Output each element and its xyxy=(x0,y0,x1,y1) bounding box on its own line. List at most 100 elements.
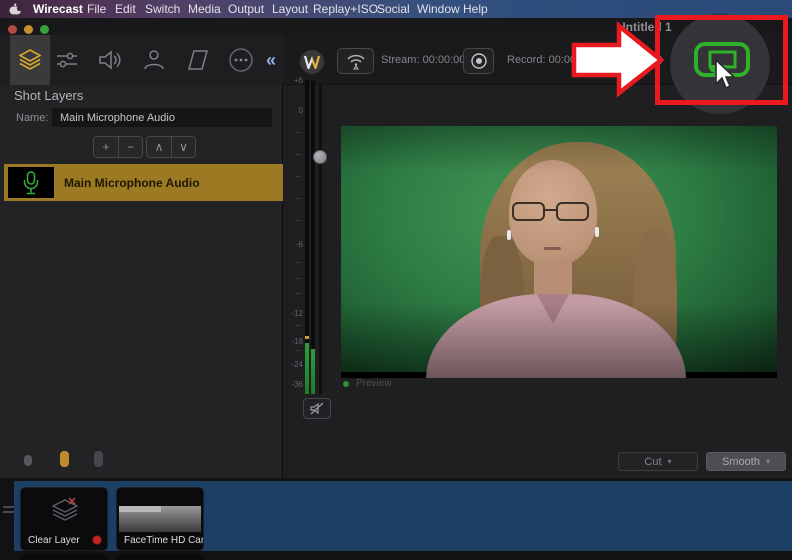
shot-clear-layer[interactable]: Clear Layer xyxy=(20,487,108,551)
layer-row-label: Main Microphone Audio xyxy=(64,175,200,190)
meter-tick xyxy=(296,262,301,263)
chevron-down-icon: ▾ xyxy=(765,457,770,466)
stream-button[interactable] xyxy=(337,48,374,74)
remove-layer-button[interactable]: − xyxy=(118,137,142,157)
menu-media[interactable]: Media xyxy=(188,2,221,16)
shot-facetime-camera[interactable]: FaceTime HD Came xyxy=(116,487,204,551)
parallelogram-icon xyxy=(188,50,208,70)
audio-monitor-mute-button[interactable] xyxy=(303,398,331,419)
meter-tick xyxy=(296,278,301,279)
sliders-icon xyxy=(57,52,77,68)
tab-audio[interactable] xyxy=(93,44,127,76)
layer-indicator-3 xyxy=(94,451,103,467)
move-group: ∧ ∨ xyxy=(146,136,196,158)
menu-social[interactable]: Social xyxy=(377,2,410,16)
volume-fader-knob[interactable] xyxy=(313,150,327,164)
shot-tile-partial[interactable] xyxy=(20,554,108,560)
person-icon xyxy=(144,50,164,70)
menu-switch[interactable]: Switch xyxy=(145,2,180,16)
audio-meter-right xyxy=(311,80,315,394)
layer-tools-bar: « xyxy=(0,35,283,85)
meter-tick xyxy=(296,176,301,177)
meter-tick xyxy=(296,325,301,326)
meter-peak-mark xyxy=(305,336,309,339)
meter-level-fill xyxy=(311,349,315,394)
preview-dot-icon xyxy=(343,380,349,387)
menu-output[interactable]: Output xyxy=(228,2,264,16)
meter-tick xyxy=(296,293,301,294)
layer-row-selected[interactable]: Main Microphone Audio xyxy=(4,164,283,201)
tab-layers-selected[interactable] xyxy=(10,35,50,85)
cut-transition-button[interactable]: Cut ▾ xyxy=(618,452,698,471)
meter-level-fill xyxy=(305,343,309,394)
video-vignette xyxy=(341,126,777,378)
shot-label: Clear Layer xyxy=(28,535,80,546)
meter-tick xyxy=(296,132,301,133)
microphone-icon xyxy=(23,170,39,194)
clear-layer-icon xyxy=(51,497,79,521)
close-button[interactable] xyxy=(8,25,17,34)
zoom-button[interactable] xyxy=(40,25,49,34)
meter-label-m12: -12 xyxy=(291,309,303,318)
tab-filters[interactable] xyxy=(50,44,84,76)
cut-label: Cut xyxy=(644,455,662,468)
panel-heading: Shot Layers xyxy=(14,88,84,103)
layer-indicator-2-active xyxy=(60,451,69,467)
tab-geometry[interactable] xyxy=(181,44,215,76)
layer-thumbnail xyxy=(8,167,54,198)
menu-replay-iso[interactable]: Replay+ISO xyxy=(313,2,378,16)
meter-label-m36: -36 xyxy=(291,380,303,389)
annotation-highlight-box xyxy=(655,15,788,105)
meter-label-m18: -18 xyxy=(291,337,303,346)
speaker-icon xyxy=(99,50,121,70)
meter-label-m6: -6 xyxy=(295,240,303,249)
shot-tile-partial[interactable] xyxy=(116,554,204,560)
meter-tick xyxy=(296,198,301,199)
layer-name-input[interactable] xyxy=(52,108,272,127)
move-up-button[interactable]: ∧ xyxy=(147,137,171,157)
wirecast-logo xyxy=(300,50,324,74)
add-layer-button[interactable]: + xyxy=(94,137,118,157)
shot-label: FaceTime HD Came xyxy=(124,535,203,546)
preview-label: Preview xyxy=(356,378,392,389)
live-indicator-dot xyxy=(93,536,101,544)
menu-wirecast[interactable]: Wirecast xyxy=(33,2,83,16)
volume-fader-track[interactable] xyxy=(319,84,322,394)
tab-more[interactable] xyxy=(224,44,258,76)
meter-tick xyxy=(296,350,301,351)
record-icon xyxy=(470,53,487,69)
meter-tick xyxy=(296,154,301,155)
minimize-button[interactable] xyxy=(24,25,33,34)
smooth-label: Smooth xyxy=(722,455,760,468)
tab-chroma[interactable] xyxy=(137,44,171,76)
menu-file[interactable]: File xyxy=(87,2,106,16)
smooth-transition-button[interactable]: Smooth ▾ xyxy=(706,452,786,471)
stream-time: Stream: 00:00:00 xyxy=(381,54,466,66)
audio-meter-left xyxy=(305,80,309,394)
menu-edit[interactable]: Edit xyxy=(115,2,136,16)
annotation-arrow-icon xyxy=(571,21,665,98)
menu-window[interactable]: Window xyxy=(417,2,460,16)
meter-label-m24: -24 xyxy=(291,360,303,369)
preview-status: Preview xyxy=(343,378,392,389)
chevron-down-icon: ▾ xyxy=(667,457,672,466)
shot-bin: Clear Layer FaceTime HD Came xyxy=(0,478,792,560)
move-down-button[interactable]: ∨ xyxy=(171,137,195,157)
wirecast-window: Wirecast File Edit Switch Media Output L… xyxy=(0,0,792,560)
add-remove-group: + − xyxy=(93,136,143,158)
camera-thumbnail-highlight xyxy=(119,506,161,512)
menu-layout[interactable]: Layout xyxy=(272,2,308,16)
apple-icon[interactable] xyxy=(9,3,21,16)
preview-video[interactable] xyxy=(341,126,777,378)
meter-tick xyxy=(296,220,301,221)
menu-help[interactable]: Help xyxy=(463,2,488,16)
wirecast-w-icon xyxy=(304,55,320,69)
more-icon xyxy=(229,48,253,72)
collapse-icon: « xyxy=(265,49,276,70)
meter-label-0: 0 xyxy=(298,106,303,115)
meter-label-p6: +6 xyxy=(293,76,303,85)
shot-row-selected: Clear Layer FaceTime HD Came xyxy=(14,481,792,551)
shot-layers-panel: « Shot Layers Name: + − ∧ ∨ Main Microph… xyxy=(0,35,283,478)
record-button[interactable] xyxy=(463,48,494,74)
name-label: Name: xyxy=(16,112,49,124)
